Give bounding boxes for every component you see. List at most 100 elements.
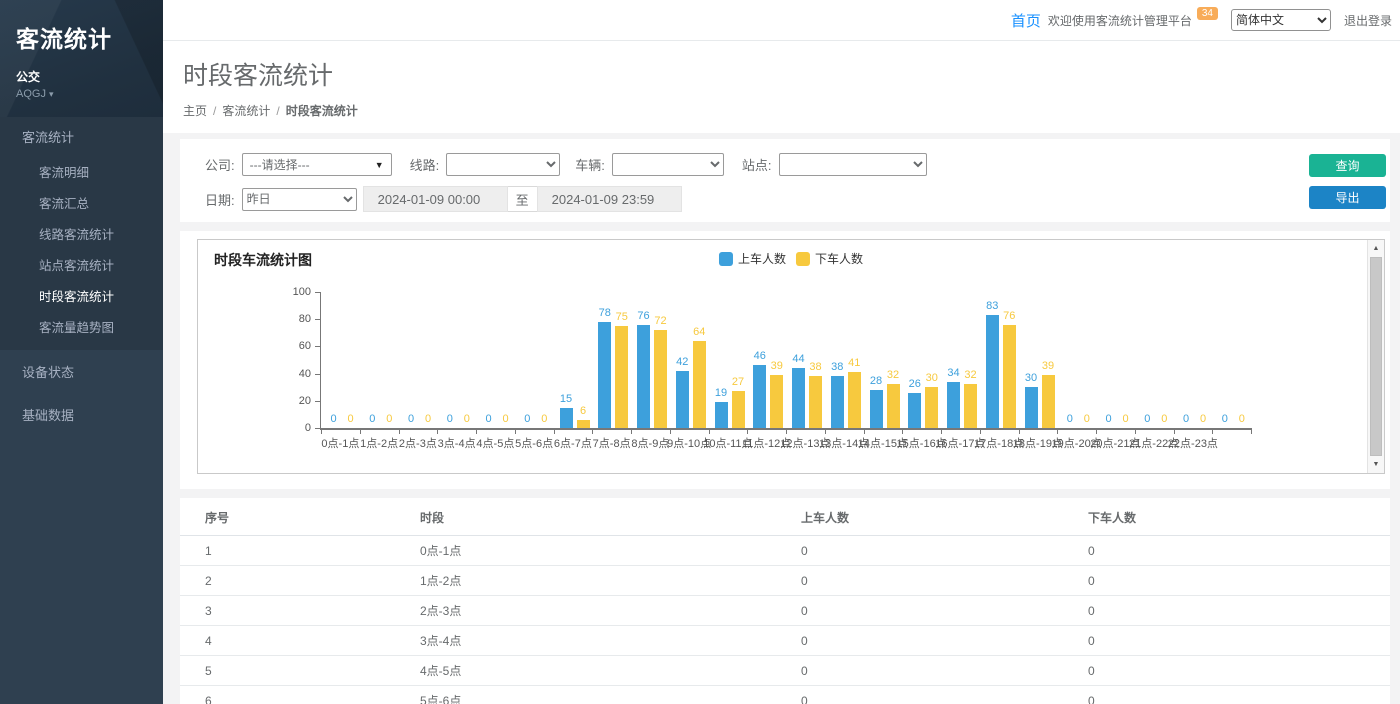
table-cell: 0 [793,566,1080,596]
chart-bar [637,325,650,428]
app-window: 客流统计 公交 AQGJ▾ 客流统计客流明细客流汇总线路客流统计站点客流统计时段… [0,0,1400,704]
x-axis-tick [437,430,438,434]
x-axis-tick [1019,430,1020,434]
company-select-value: ---请选择--- [250,156,310,173]
y-axis-tick [315,292,320,293]
table-cell: 4 [180,626,412,656]
sidebar-item[interactable]: 线路客流统计 [0,218,163,249]
chart-canvas[interactable]: 020406080100000点-1点001点-2点002点-3点003点-4点… [198,240,1384,473]
sidebar-section-label[interactable]: 设备状态 [0,350,163,393]
chart-bar [831,376,844,428]
chart-bar [1025,387,1038,428]
table-cell: 0 [1080,626,1390,656]
y-axis-label: 20 [273,395,311,407]
export-button[interactable]: 导出 [1309,186,1386,209]
table-header-cell: 下车人数 [1080,498,1390,536]
notification-badge[interactable]: 34 [1197,7,1218,20]
chart-bar [887,384,900,428]
breadcrumb-item[interactable]: 主页 [183,104,207,118]
chart-bar [1003,325,1016,428]
data-table: 序号时段上车人数下车人数 10点-1点0021点-2点0032点-3点0043点… [180,498,1390,704]
logout-link[interactable]: 退出登录 [1344,12,1392,29]
language-select[interactable]: 简体中文 [1231,9,1331,31]
y-axis-line [320,292,321,429]
chart-scrollbar[interactable]: ▲ ▼ [1367,240,1384,473]
chart-bar [1042,375,1055,428]
x-axis-tick [554,430,555,434]
sidebar-item[interactable]: 站点客流统计 [0,249,163,280]
scrollbar-up-arrow-icon[interactable]: ▲ [1368,241,1384,256]
sidebar-logo-area: 客流统计 公交 AQGJ▾ [0,0,163,117]
breadcrumb-item[interactable]: 客流统计 [222,104,270,118]
sidebar-item[interactable]: 客流明细 [0,156,163,187]
chart-bar [870,390,883,428]
chart-bar [986,315,999,428]
station-select[interactable] [779,153,927,176]
search-button[interactable]: 查询 [1309,154,1386,177]
station-label: 站点: [742,155,772,174]
bar-value-label: 27 [723,376,753,388]
chart-bar [598,322,611,428]
table-cell: 0 [1080,686,1390,704]
table-header-cell: 时段 [412,498,793,536]
y-axis-label: 40 [273,368,311,380]
org-code-label: AQGJ [16,88,46,100]
chart-bar [676,371,689,428]
chart-bar [848,372,861,428]
bar-value-label: 32 [956,369,986,381]
sidebar-section-label[interactable]: 基础数据 [0,393,163,436]
x-axis-tick [941,430,942,434]
y-axis-tick [315,401,320,402]
bar-value-label: 6 [568,405,598,417]
bar-value-label: 64 [684,326,714,338]
welcome-text: 欢迎使用客流统计管理平台 [1048,12,1192,29]
table-cell: 2点-3点 [412,596,793,626]
scrollbar-down-arrow-icon[interactable]: ▼ [1368,457,1384,472]
sidebar-section-label[interactable]: 客流统计 [0,117,163,156]
vehicle-select[interactable] [612,153,724,176]
org-code-dropdown[interactable]: AQGJ▾ [16,88,147,100]
sidebar-item[interactable]: 客流量趋势图 [0,311,163,342]
chart-bar [753,365,766,428]
chart-bar [654,330,667,428]
line-select[interactable] [446,153,560,176]
x-axis-tick [1096,430,1097,434]
date-preset-select[interactable]: 昨日 [242,188,357,211]
x-axis-tick [709,430,710,434]
table-cell: 0 [793,656,1080,686]
home-link[interactable]: 首页 [1011,10,1041,31]
bar-value-label: 0 [529,413,559,425]
x-axis-tick [321,430,322,434]
x-axis-tick [592,430,593,434]
date-start-input[interactable]: 2024-01-09 00:00 [363,186,508,212]
x-axis-tick [747,430,748,434]
breadcrumb-separator: / [276,104,279,118]
table-cell: 5点-6点 [412,686,793,704]
chart-panel: 时段车流统计图 上车人数下车人数 020406080100000点-1点001点… [197,239,1385,474]
date-end-input[interactable]: 2024-01-09 23:59 [537,186,682,212]
breadcrumb: 主页/客流统计/时段客流统计 [183,102,1400,119]
caret-down-icon: ▼ [375,160,384,170]
vehicle-label: 车辆: [575,155,605,174]
app-logo: 客流统计 [16,20,147,54]
y-axis-label: 60 [273,340,311,352]
x-axis-tick [1135,430,1136,434]
table-cell: 0 [1080,536,1390,566]
chart-bar [715,402,728,428]
scrollbar-thumb[interactable] [1370,257,1382,456]
sidebar-section: 客流统计客流明细客流汇总线路客流统计站点客流统计时段客流统计客流量趋势图 [0,117,163,350]
table-cell: 3点-4点 [412,626,793,656]
company-select[interactable]: ---请选择--- ▼ [242,153,392,176]
table-cell: 1点-2点 [412,566,793,596]
table-cell: 0 [1080,596,1390,626]
y-axis-label: 80 [273,313,311,325]
table-row: 43点-4点00 [180,626,1390,656]
chart-bar [770,375,783,428]
table-row: 54点-5点00 [180,656,1390,686]
chart-bar [792,368,805,428]
breadcrumb-separator: / [213,104,216,118]
bar-value-label: 72 [646,315,676,327]
filter-row-1: 公司: ---请选择--- ▼ 线路: 车辆: 站点: [205,153,1390,176]
sidebar-item[interactable]: 时段客流统计 [0,280,163,311]
sidebar-item[interactable]: 客流汇总 [0,187,163,218]
